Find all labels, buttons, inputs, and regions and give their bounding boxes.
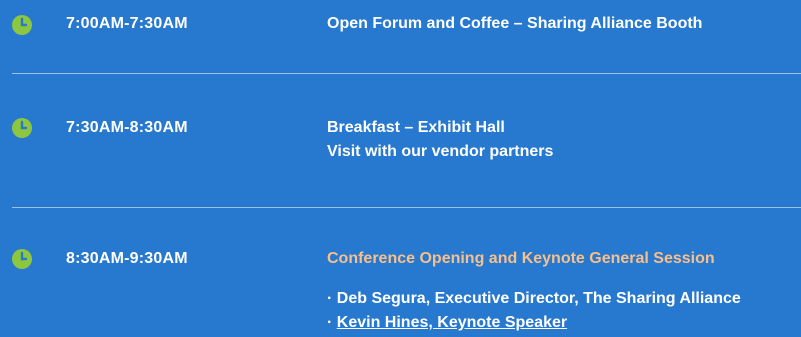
divider <box>12 207 801 208</box>
speaker-name: Deb Segura, Executive Director, The Shar… <box>336 290 741 307</box>
bullet: · <box>327 314 337 331</box>
clock-icon <box>12 15 32 35</box>
schedule-title: Open Forum and Coffee – Sharing Alliance… <box>327 15 703 32</box>
keynote-speaker-link[interactable]: Kevin Hines, Keynote Speaker <box>337 314 567 331</box>
schedule-time: 7:00AM-7:30AM <box>66 15 188 32</box>
schedule-title: Breakfast – Exhibit Hall <box>327 119 505 136</box>
schedule-time: 8:30AM-9:30AM <box>66 250 188 267</box>
clock-icon <box>12 118 32 138</box>
speaker-line: · Kevin Hines, Keynote Speaker <box>327 314 567 332</box>
schedule-subtitle: Visit with our vendor partners <box>327 143 554 160</box>
bullet: · <box>327 290 337 307</box>
speaker-line: · Deb Segura, Executive Director, The Sh… <box>327 290 741 308</box>
schedule-title: Conference Opening and Keynote General S… <box>327 250 715 267</box>
schedule-time: 7:30AM-8:30AM <box>66 119 188 136</box>
clock-icon <box>12 249 32 269</box>
divider <box>12 73 801 74</box>
